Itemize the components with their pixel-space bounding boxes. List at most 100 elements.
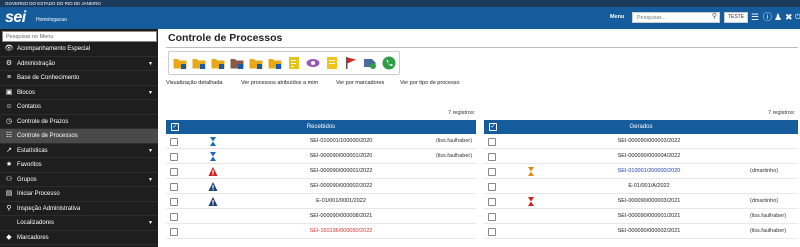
tools-icon[interactable]: ✖ [785,12,793,23]
sei-logo[interactable]: sei [5,9,26,27]
table-row: SEI-000090/000008/2021 [166,209,476,224]
sobrestar-process-icon[interactable] [230,56,244,70]
sidebar-item[interactable]: ▤ Iniciar Processo [0,187,158,202]
row-checkbox[interactable] [170,182,178,191]
assigned-user[interactable]: (dmartinho) [750,164,778,179]
process-number-link[interactable]: SEI-000090/000004/2022 [594,149,704,164]
add-to-block-icon[interactable] [249,56,263,70]
sidebar-item[interactable]: ★ Favoritos [0,158,158,173]
sidebar-item[interactable]: ↗ Estatísticas ▼ [0,144,158,158]
sidebar-item[interactable]: ≡ Base de Conhecimento [0,71,158,86]
row-checkbox[interactable] [170,167,178,176]
sidebar-item[interactable]: ◷ Controle de Prazos [0,115,158,129]
table-row: SEI-000090/000001/2020 (liss.faulhaber) [166,149,476,164]
row-checkbox[interactable] [488,212,496,221]
users-icon: ⚇ [5,175,13,183]
process-number-link[interactable]: SEI-000090/000001/2020 [286,149,396,164]
sidebar-item-label: Contatos [17,104,42,110]
sidebar-item-label: Inspeção Administrativa [17,205,81,212]
table-row: E-01/001/A/2022 [484,179,798,194]
process-number-link[interactable]: E-01/001/0001/2022 [286,194,396,209]
conclude-process-icon[interactable] [268,56,282,70]
flag-icon[interactable] [344,56,358,70]
info-icon[interactable]: ⓘ [763,12,772,23]
process-number-link[interactable]: SEI-000090/000003/2022 [594,134,704,149]
sidebar-item[interactable]: ⚲ Inspeção Administrativa [0,202,158,216]
unit-selector[interactable]: TESTE [724,12,748,23]
sidebar-item[interactable]: ▣ Blocos ▼ [0,86,158,100]
received-count: 7 registros: [448,110,476,116]
row-checkbox[interactable] [488,182,496,191]
document-edit-icon[interactable] [287,56,301,70]
select-all-checkbox[interactable]: ✓ [489,123,497,131]
send-process-icon[interactable] [173,56,187,70]
process-number-link[interactable]: E-01/001/A/2022 [594,179,704,194]
hourglass-icon[interactable] [208,136,218,147]
sidebar-item[interactable]: 👁 Acompanhamento Especial [0,42,158,57]
table-row: SEI-000090/000002/2022 [166,179,476,194]
sidebar-item[interactable]: Localizadores ▼ [0,216,158,231]
process-number-link[interactable]: SEI-000090/000002/2021 [594,224,704,239]
assign-process-icon[interactable] [211,56,225,70]
row-checkbox[interactable] [170,197,178,206]
note-icon[interactable] [325,56,339,70]
detailed-view-link[interactable]: Visualização detalhada [166,80,222,86]
row-checkbox[interactable] [488,152,496,161]
assigned-user[interactable]: (liss.faulhaber) [436,134,472,149]
process-number-link[interactable]: SEI-000090/000002/2022 [286,179,396,194]
sidebar-item[interactable]: ⚙ Administração ▼ [0,57,158,71]
table-row: SEI-000090/000001/2022 [166,164,476,179]
sidebar-item-label: Blocos [17,89,36,96]
row-checkbox[interactable] [488,197,496,206]
assigned-user[interactable]: (liss.faulhaber) [750,224,786,239]
row-checkbox[interactable] [170,227,178,236]
sidebar-item[interactable]: ◆ Marcadores [0,231,158,245]
process-number-link[interactable]: SEI-010001/200000/2020 [594,164,704,179]
warning-icon[interactable] [208,196,218,207]
assigned-user[interactable]: (liss.faulhaber) [750,209,786,224]
user-icon[interactable]: ♟ [774,12,782,23]
by-markers-link[interactable]: Ver por marcadores [336,80,384,86]
received-table: ✓ Recebidos SEI-010001/100000/2020 (liss.… [166,120,476,239]
row-checkbox[interactable] [170,137,178,146]
hourglass-icon[interactable] [526,166,536,177]
title-divider [166,47,798,48]
process-number-link[interactable]: SEI-000090/000003/2021 [594,194,704,209]
marker-icon[interactable] [363,56,377,70]
assigned-to-me-link[interactable]: Ver processos atribuídos a mim [241,80,318,86]
assigned-user[interactable]: (dmartinho) [750,194,778,209]
eye-icon: 👁 [4,45,14,52]
select-all-checkbox[interactable]: ✓ [171,123,179,131]
menu-toggle[interactable]: Menu [610,14,624,20]
hourglass-icon[interactable] [208,151,218,162]
search-input[interactable]: Pesquisar... ⚲ [632,12,720,23]
row-checkbox[interactable] [488,167,496,176]
power-icon[interactable]: ⏻ [795,12,800,23]
warning-icon[interactable] [208,166,218,177]
table-row: SEI-160196/000050/2022 [166,224,476,239]
process-number-link[interactable]: SEI-000090/000008/2021 [286,209,396,224]
process-number-link[interactable]: SEI-010001/100000/2020 [286,134,396,149]
sidebar-item-label: Administração [17,60,56,67]
table-row: SEI-000090/000004/2022 [484,149,798,164]
menu-search-input[interactable]: Pesquisar no Menu [2,31,157,42]
update-process-icon[interactable] [192,56,206,70]
list-icon[interactable]: ☰ [751,12,759,23]
sidebar-item[interactable]: ⚇ Grupos ▼ [0,173,158,187]
phone-icon[interactable] [382,56,396,70]
view-process-icon[interactable] [306,56,320,70]
process-number-link[interactable]: SEI-000090/000001/2021 [594,209,704,224]
process-number-link[interactable]: SEI-000090/000001/2022 [286,164,396,179]
sidebar-item[interactable]: ☷ Controle de Processos [0,129,158,144]
hourglass-icon[interactable] [526,196,536,207]
sidebar-item[interactable]: ☺ Contatos [0,100,158,115]
row-checkbox[interactable] [170,152,178,161]
by-process-type-link[interactable]: Ver por tipo de processo [400,80,460,86]
process-number-link[interactable]: SEI-160196/000050/2022 [286,224,396,239]
row-checkbox[interactable] [488,137,496,146]
assigned-user[interactable]: (liss.faulhaber) [436,149,472,164]
warning-icon[interactable] [208,181,218,192]
search-icon[interactable]: ⚲ [712,13,717,21]
row-checkbox[interactable] [170,212,178,221]
row-checkbox[interactable] [488,227,496,236]
